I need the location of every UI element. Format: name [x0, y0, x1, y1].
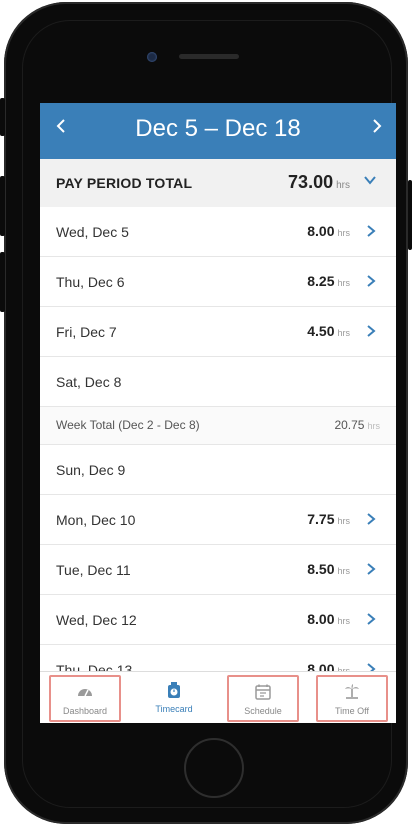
week-total-row: Week Total (Dec 2 - Dec 8) 20.75 hrs — [40, 407, 396, 445]
day-row: Sat, Dec 8 — [40, 357, 396, 407]
day-row[interactable]: Fri, Dec 7 4.50 hrs — [40, 307, 396, 357]
bottom-tab-bar: Dashboard Timecard Schedule Time Off — [40, 671, 396, 723]
period-header: Dec 5 – Dec 18 — [40, 103, 396, 159]
app-screen: Dec 5 – Dec 18 PAY PERIOD TOTAL 73.00 hrs… — [40, 103, 396, 723]
day-hours: 8.25 hrs — [307, 273, 350, 289]
chevron-down-icon[interactable] — [364, 174, 376, 186]
day-hours: 8.50 hrs — [307, 561, 350, 577]
day-row[interactable]: Tue, Dec 11 8.50 hrs — [40, 545, 396, 595]
chevron-right-icon[interactable] — [366, 513, 376, 525]
day-row[interactable]: Thu, Dec 6 8.25 hrs — [40, 257, 396, 307]
day-date: Sat, Dec 8 — [56, 374, 122, 390]
day-date: Sun, Dec 9 — [56, 462, 126, 478]
day-date: Fri, Dec 7 — [56, 324, 117, 340]
calendar-icon — [255, 684, 271, 700]
tab-timecard-label: Timecard — [155, 704, 193, 714]
day-date: Mon, Dec 10 — [56, 512, 136, 528]
period-title: Dec 5 – Dec 18 — [135, 115, 301, 142]
tab-dashboard[interactable]: Dashboard — [49, 675, 121, 722]
day-hours: 4.50 hrs — [307, 323, 350, 339]
day-hours: 8.00hrs — [307, 611, 350, 627]
pay-period-hours: 73.00 hrs — [288, 172, 350, 192]
day-hours: 8.00hrs — [307, 223, 350, 239]
day-row[interactable]: Wed, Dec 5 8.00 hrs — [40, 207, 396, 257]
mute-switch — [0, 98, 5, 136]
day-row: Sun, Dec 9 — [40, 445, 396, 495]
tab-schedule[interactable]: Schedule — [227, 675, 299, 722]
week-total-label: Week Total (Dec 2 - Dec 8) — [56, 418, 200, 432]
home-button[interactable] — [184, 738, 244, 798]
front-camera — [147, 52, 157, 62]
week-total-hours: 20.75 hrs — [334, 418, 380, 432]
day-row[interactable]: Wed, Dec 12 8.00 hrs — [40, 595, 396, 645]
phone-frame: Dec 5 – Dec 18 PAY PERIOD TOTAL 73.00 hrs… — [4, 2, 408, 824]
day-date: Tue, Dec 11 — [56, 562, 131, 578]
next-period-button[interactable] — [372, 116, 382, 139]
day-date: Thu, Dec 6 — [56, 274, 125, 290]
volume-down-button — [0, 252, 5, 312]
volume-up-button — [0, 176, 5, 236]
day-date: Wed, Dec 5 — [56, 224, 129, 240]
chevron-right-icon — [373, 119, 382, 133]
pay-period-total-row[interactable]: PAY PERIOD TOTAL 73.00 hrs — [40, 159, 396, 208]
palm-tree-icon — [345, 684, 359, 699]
power-button — [408, 180, 412, 250]
day-list: Wed, Dec 5 8.00 hrs Thu, Dec 6 8.25 hrs Fr… — [40, 207, 396, 695]
stopwatch-icon — [168, 682, 180, 698]
tab-schedule-label: Schedule — [244, 706, 282, 716]
chevron-right-icon[interactable] — [366, 613, 376, 625]
chevron-right-icon[interactable] — [366, 275, 376, 287]
day-date: Wed, Dec 12 — [56, 612, 137, 628]
tab-time-off[interactable]: Time Off — [316, 675, 388, 722]
chevron-right-icon[interactable] — [366, 225, 376, 237]
day-row[interactable]: Mon, Dec 10 7.75 hrs — [40, 495, 396, 545]
chevron-right-icon[interactable] — [366, 563, 376, 575]
tab-timecard[interactable]: Timecard — [138, 675, 210, 722]
earpiece-speaker — [179, 54, 239, 59]
speedometer-icon — [78, 689, 92, 697]
chevron-right-icon[interactable] — [366, 325, 376, 337]
pay-period-label: PAY PERIOD TOTAL — [56, 175, 193, 191]
tab-dashboard-label: Dashboard — [62, 706, 108, 716]
day-hours: 7.75 hrs — [307, 511, 350, 527]
tab-time-off-label: Time Off — [334, 706, 369, 716]
